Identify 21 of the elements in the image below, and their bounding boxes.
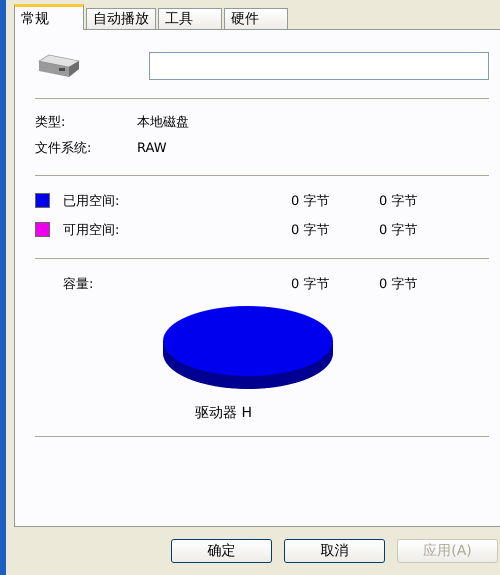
info-value: 本地磁盘 bbox=[137, 114, 189, 131]
space-label: 可用空间: bbox=[63, 222, 120, 238]
dialog-button[interactable]: 取消 bbox=[284, 539, 385, 563]
dialog-button[interactable]: 确定 bbox=[171, 539, 272, 563]
space-size: 0 字节 bbox=[379, 192, 418, 210]
capacity-label: 容量: bbox=[63, 276, 94, 292]
capacity-bytes: 0 字节 bbox=[291, 276, 330, 292]
space-bytes: 0 字节 bbox=[291, 222, 330, 238]
tab[interactable]: 自动播放 bbox=[86, 8, 156, 29]
tab[interactable]: 硬件 bbox=[224, 8, 288, 29]
space-label: 已用空间: bbox=[63, 192, 120, 210]
tab[interactable]: 常规 bbox=[14, 4, 84, 30]
info-label: 文件系统: bbox=[35, 140, 92, 157]
capacity-size: 0 字节 bbox=[379, 276, 418, 292]
drive-label: 驱动器 H bbox=[195, 404, 253, 422]
space-size: 0 字节 bbox=[379, 222, 418, 238]
info-label: 类型: bbox=[35, 114, 66, 131]
info-value: RAW bbox=[137, 140, 167, 156]
tab[interactable]: 工具 bbox=[158, 8, 222, 29]
volume-label-field[interactable] bbox=[149, 52, 489, 80]
space-bytes: 0 字节 bbox=[291, 192, 330, 210]
